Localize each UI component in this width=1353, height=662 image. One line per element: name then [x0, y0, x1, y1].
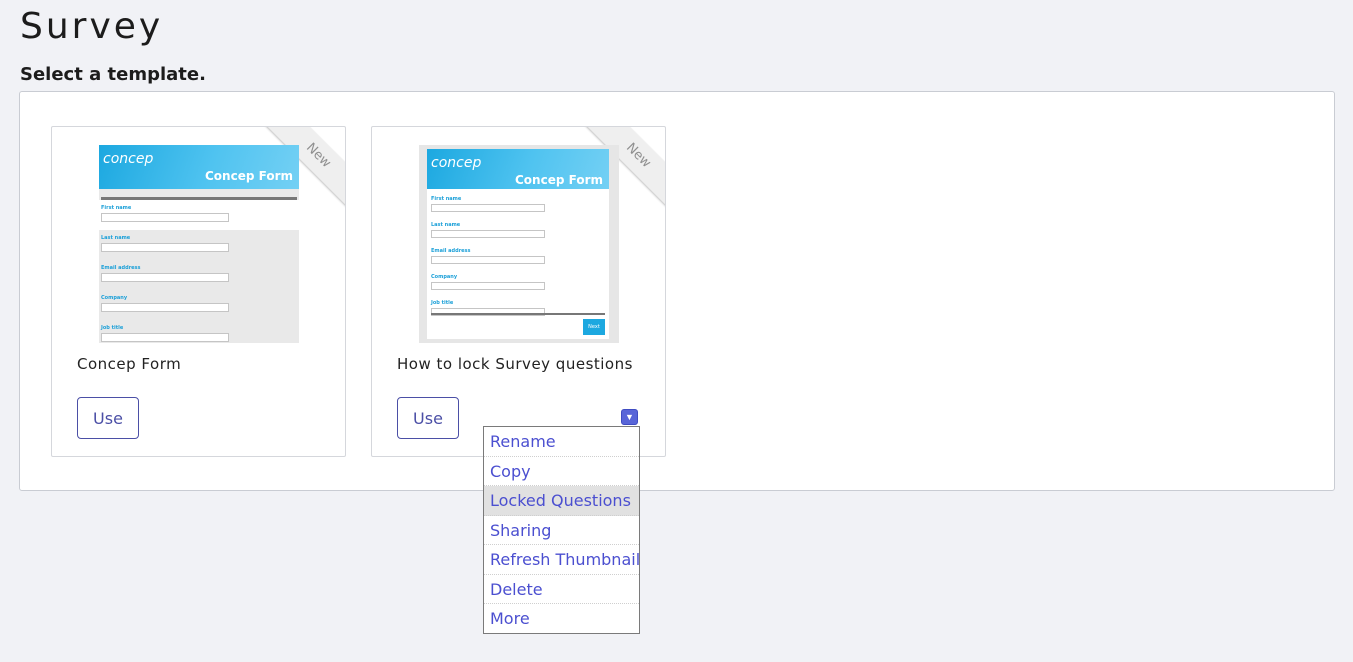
page-title: Survey	[20, 6, 164, 47]
thumbnail-logo: concep	[431, 155, 482, 171]
use-template-button[interactable]: Use	[397, 397, 459, 439]
thumbnail-field-label: Company	[431, 274, 458, 280]
template-options-toggle[interactable]: ▼	[621, 409, 638, 425]
menu-item-locked-questions[interactable]: Locked Questions	[484, 486, 639, 516]
thumbnail-header: concep Concep Form	[427, 149, 609, 189]
template-options-menu: Rename Copy Locked Questions Sharing Ref…	[483, 426, 640, 634]
thumbnail-field-input	[101, 243, 229, 252]
thumbnail-logo: concep	[103, 151, 154, 167]
template-thumbnail[interactable]: concep Concep Form First name Last name …	[99, 145, 299, 343]
thumbnail-field-label: First name	[101, 205, 132, 211]
thumbnail-form: First name Last name Email address Compa…	[99, 200, 299, 342]
caret-down-icon: ▼	[625, 412, 634, 422]
template-name: Concep Form	[77, 355, 182, 373]
thumbnail-field-label: Last name	[101, 235, 131, 241]
thumbnail-field-label: Email address	[101, 265, 141, 271]
thumbnail-field-label: Job title	[101, 325, 124, 331]
thumbnail-field-input	[431, 282, 545, 290]
thumbnail-field-input	[431, 256, 545, 264]
thumbnail-next-button: Next	[583, 319, 605, 335]
thumbnail-field-input	[101, 333, 229, 342]
template-card: New concep Concep Form First name Last n…	[51, 126, 346, 457]
thumbnail-field-input	[101, 213, 229, 222]
thumbnail-form: concep Concep Form First name Last name …	[427, 149, 609, 339]
menu-item-more[interactable]: More	[484, 604, 639, 634]
thumbnail-heading: Concep Form	[515, 173, 603, 187]
menu-item-sharing[interactable]: Sharing	[484, 516, 639, 545]
thumbnail-field-label: Last name	[431, 222, 461, 228]
thumbnail-field-label: Email address	[431, 248, 471, 254]
template-panel: New concep Concep Form First name Last n…	[19, 91, 1335, 491]
thumbnail-field-input	[101, 303, 229, 312]
template-card: New concep Concep Form First name Last n…	[371, 126, 666, 457]
thumbnail-field-label: Company	[101, 295, 128, 301]
menu-item-rename[interactable]: Rename	[484, 427, 639, 457]
thumbnail-field-label: First name	[431, 196, 462, 202]
thumbnail-field-input	[101, 273, 229, 282]
template-name: How to lock Survey questions	[397, 355, 633, 373]
menu-item-refresh-thumbnail[interactable]: Refresh Thumbnail	[484, 545, 640, 575]
use-template-button[interactable]: Use	[77, 397, 139, 439]
menu-item-copy[interactable]: Copy	[484, 457, 639, 486]
thumbnail-header: concep Concep Form	[99, 145, 299, 189]
template-thumbnail[interactable]: concep Concep Form First name Last name …	[419, 145, 619, 343]
thumbnail-heading: Concep Form	[205, 169, 293, 183]
menu-item-delete[interactable]: Delete	[484, 575, 639, 604]
thumbnail-divider	[431, 313, 605, 315]
thumbnail-field-input	[431, 230, 545, 238]
thumbnail-field-label: Job title	[431, 300, 454, 306]
page-subtitle: Select a template.	[20, 64, 206, 85]
thumbnail-field-input	[431, 204, 545, 212]
